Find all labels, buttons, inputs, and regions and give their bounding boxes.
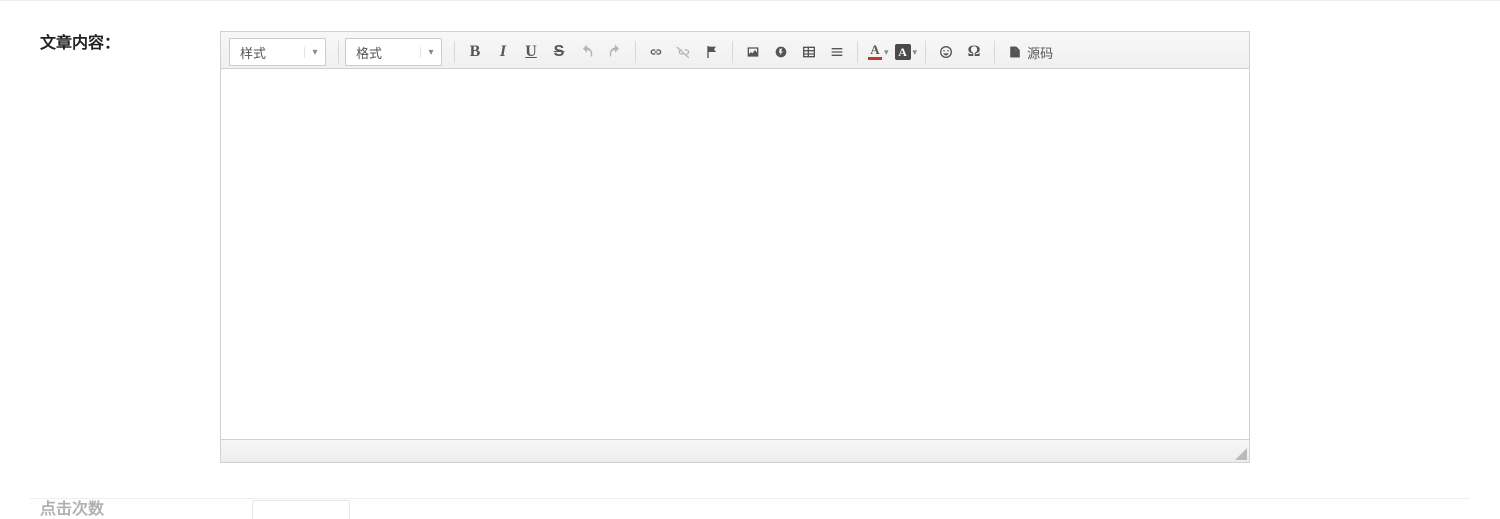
- toolbar-separator: [994, 41, 995, 63]
- text-color-button[interactable]: A ▾: [864, 38, 891, 66]
- table-button[interactable]: [795, 38, 823, 66]
- source-button-label: 源码: [1027, 43, 1053, 62]
- image-icon: [745, 44, 761, 60]
- chevron-down-icon: ▾: [884, 47, 889, 58]
- redo-button[interactable]: [601, 38, 629, 66]
- smiley-icon: [938, 44, 954, 60]
- text-color-icon: A: [868, 44, 882, 60]
- image-button[interactable]: [739, 38, 767, 66]
- editor-content-area[interactable]: [221, 69, 1249, 439]
- style-combo[interactable]: 样式 ▾: [229, 38, 326, 66]
- underline-button[interactable]: U: [517, 38, 545, 66]
- unlink-icon: [676, 44, 692, 60]
- anchor-button[interactable]: [698, 38, 726, 66]
- flash-button[interactable]: [767, 38, 795, 66]
- divider: [30, 498, 1470, 499]
- strike-button[interactable]: S: [545, 38, 573, 66]
- redo-icon: [607, 44, 623, 60]
- undo-button[interactable]: [573, 38, 601, 66]
- rich-text-editor: 样式 ▾ 格式 ▾ B I U S: [220, 31, 1250, 463]
- flag-icon: [704, 44, 720, 60]
- toolbar-separator: [338, 41, 339, 63]
- toolbar-separator: [732, 41, 733, 63]
- field-label-content: 文章内容：: [0, 31, 220, 57]
- format-combo[interactable]: 格式 ▾: [345, 38, 442, 66]
- chevron-down-icon: ▾: [420, 47, 441, 58]
- italic-button[interactable]: I: [489, 38, 517, 66]
- chevron-down-icon: ▾: [304, 47, 325, 58]
- style-combo-label: 样式: [230, 43, 304, 62]
- table-icon: [801, 44, 817, 60]
- bold-button[interactable]: B: [461, 38, 489, 66]
- horizontal-rule-icon: [829, 44, 845, 60]
- flash-icon: [773, 44, 789, 60]
- format-combo-label: 格式: [346, 43, 420, 62]
- toolbar-separator: [635, 41, 636, 63]
- background-color-icon: A: [895, 44, 911, 60]
- resize-handle-icon[interactable]: [1235, 448, 1247, 460]
- source-button[interactable]: 源码: [1001, 38, 1059, 66]
- special-char-button[interactable]: Ω: [960, 38, 988, 66]
- chevron-down-icon: ▾: [913, 47, 918, 58]
- unlink-button[interactable]: [670, 38, 698, 66]
- hr-button[interactable]: [823, 38, 851, 66]
- field-label-clicks: 点击次数: [40, 495, 104, 519]
- editor-bottom-bar: [221, 439, 1249, 462]
- editor-toolbar: 样式 ▾ 格式 ▾ B I U S: [221, 32, 1249, 69]
- toolbar-separator: [925, 41, 926, 63]
- toolbar-separator: [857, 41, 858, 63]
- link-button[interactable]: [642, 38, 670, 66]
- toolbar-separator: [454, 41, 455, 63]
- source-icon: [1007, 44, 1023, 60]
- smiley-button[interactable]: [932, 38, 960, 66]
- clicks-input[interactable]: [252, 500, 350, 519]
- link-icon: [648, 44, 664, 60]
- undo-icon: [579, 44, 595, 60]
- bg-color-button[interactable]: A ▾: [891, 38, 920, 66]
